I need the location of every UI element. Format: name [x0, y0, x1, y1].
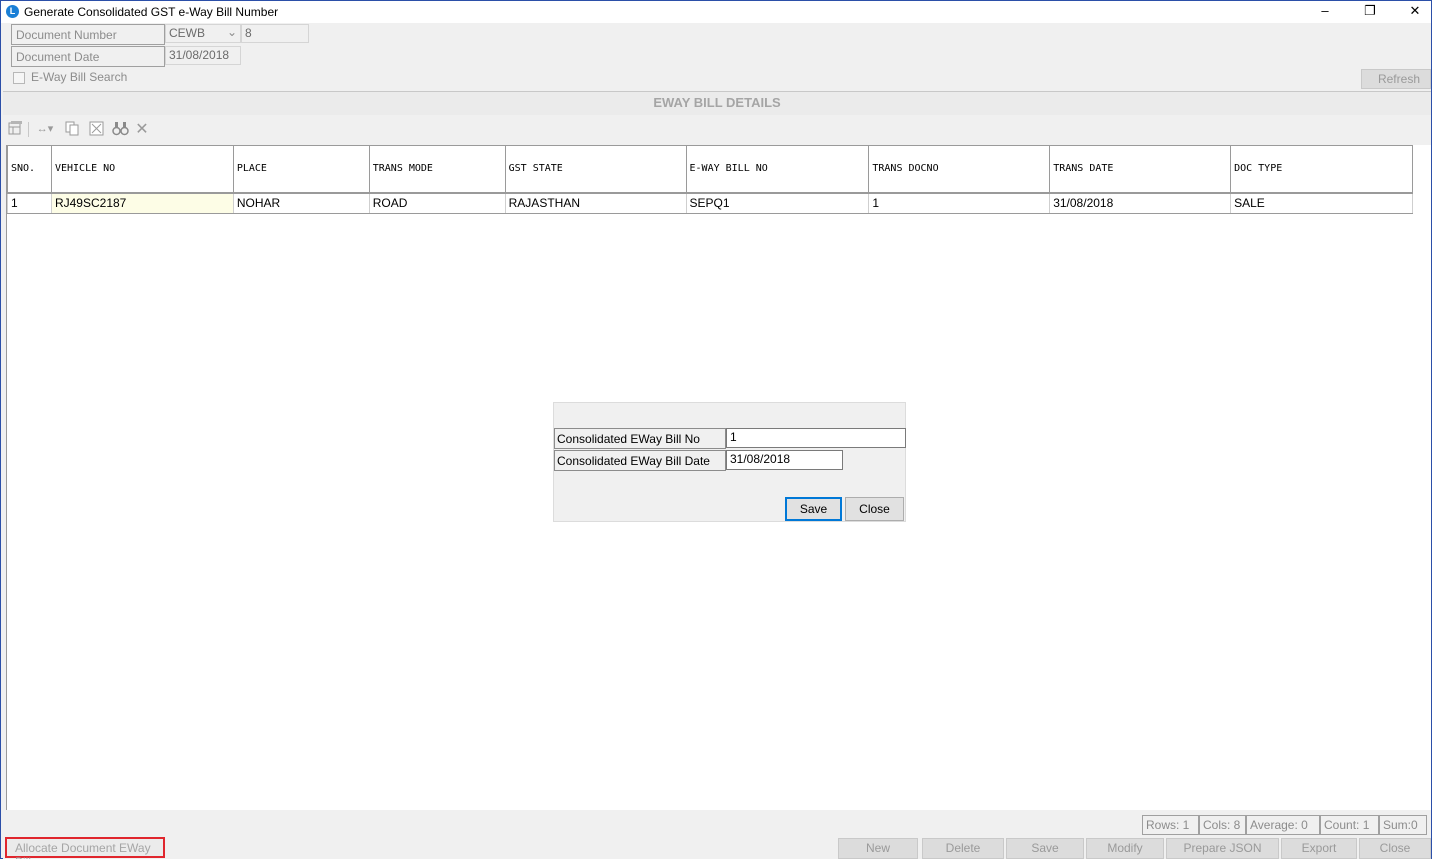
close-window-button[interactable]: ✕	[1395, 1, 1432, 23]
table-row[interactable]: 1 RJ49SC2187 NOHAR ROAD RAJASTHAN SEPQ1 …	[7, 192, 1413, 214]
cell-sno[interactable]: 1	[7, 192, 52, 214]
find-icon[interactable]	[111, 121, 129, 138]
chevron-down-icon: ⌄	[226, 25, 237, 39]
delete-button[interactable]: Delete	[922, 838, 1004, 859]
consolidated-bill-no-field[interactable]: 1	[726, 428, 906, 448]
bottom-action-bar: Allocate Document EWay Bill New Delete S…	[3, 835, 1431, 859]
toolbar-separator	[28, 122, 29, 137]
column-header-trans-date[interactable]: TRANS DATE	[1049, 145, 1232, 194]
status-cols: Cols: 8	[1199, 815, 1246, 835]
restore-button[interactable]: ❐	[1350, 1, 1390, 23]
table-header-row: SNO. VEHICLE NO PLACE TRANS MODE GST STA…	[7, 145, 1413, 194]
eway-bill-table: SNO. VEHICLE NO PLACE TRANS MODE GST STA…	[7, 145, 1413, 214]
grid-toolbar: ↔▾ ✕	[3, 117, 1431, 143]
cell-doc-type[interactable]: SALE	[1230, 192, 1413, 214]
grid-status-bar: Rows: 1 Cols: 8 Average: 0 Count: 1 Sum:…	[3, 813, 1431, 835]
minimize-button[interactable]: –	[1305, 1, 1345, 23]
column-header-trans-docno[interactable]: TRANS DOCNO	[868, 145, 1051, 194]
status-rows: Rows: 1	[1142, 815, 1199, 835]
document-header: Document Number CEWB ⌄ 8 Document Date 3…	[3, 23, 1431, 91]
cell-vehicle-no[interactable]: RJ49SC2187	[50, 192, 234, 214]
document-series-value: CEWB	[169, 26, 205, 40]
allocate-document-eway-bill-button[interactable]: Allocate Document EWay Bill	[5, 837, 165, 859]
clear-icon[interactable]: ✕	[134, 121, 150, 138]
eway-bill-search-checkbox[interactable]	[13, 72, 25, 84]
eway-bill-search-label: E-Way Bill Search	[31, 70, 128, 84]
status-count: Count: 1	[1320, 815, 1379, 835]
cell-eway-bill-no[interactable]: SEPQ1	[685, 192, 870, 214]
column-resize-icon[interactable]: ↔▾	[33, 121, 57, 138]
consolidated-eway-dialog: Consolidated EWay Bill No 1 Consolidated…	[553, 402, 906, 522]
app-logo-icon: L	[6, 5, 19, 18]
main-window: L Generate Consolidated GST e-Way Bill N…	[0, 0, 1432, 859]
cell-trans-mode[interactable]: ROAD	[368, 192, 506, 214]
new-button[interactable]: New	[838, 838, 918, 859]
window-title: Generate Consolidated GST e-Way Bill Num…	[24, 5, 279, 19]
title-bar[interactable]: L Generate Consolidated GST e-Way Bill N…	[1, 1, 1431, 23]
dialog-close-button[interactable]: Close	[845, 497, 904, 521]
status-sum: Sum:0	[1379, 815, 1427, 835]
document-date-field[interactable]: 31/08/2018	[165, 46, 241, 65]
column-header-place[interactable]: PLACE	[232, 145, 370, 194]
document-date-label: Document Date	[11, 46, 165, 67]
column-header-gst-state[interactable]: GST STATE	[504, 145, 687, 194]
column-header-doc-type[interactable]: DOC TYPE	[1230, 145, 1413, 194]
save-button[interactable]: Save	[1006, 838, 1084, 859]
cell-trans-docno[interactable]: 1	[868, 192, 1051, 214]
consolidated-bill-date-label: Consolidated EWay Bill Date	[554, 450, 726, 471]
export-button[interactable]: Export	[1281, 838, 1357, 859]
cell-trans-date[interactable]: 31/08/2018	[1049, 192, 1232, 214]
grid-settings-icon[interactable]	[7, 121, 23, 138]
consolidated-bill-no-label: Consolidated EWay Bill No	[554, 428, 726, 449]
consolidated-bill-date-field[interactable]: 31/08/2018	[726, 450, 843, 470]
refresh-button[interactable]: Refresh	[1361, 69, 1431, 89]
column-header-trans-mode[interactable]: TRANS MODE	[368, 145, 506, 194]
column-header-sno[interactable]: SNO.	[7, 145, 52, 194]
document-number-field[interactable]: 8	[241, 24, 309, 43]
document-number-label: Document Number	[11, 24, 165, 45]
dialog-save-button[interactable]: Save	[785, 497, 842, 521]
close-button[interactable]: Close	[1359, 838, 1431, 859]
status-average: Average: 0	[1246, 815, 1320, 835]
export-excel-icon[interactable]	[88, 121, 104, 138]
prepare-json-button[interactable]: Prepare JSON	[1166, 838, 1279, 859]
copy-icon[interactable]	[64, 121, 80, 138]
column-header-eway-bill-no[interactable]: E-WAY BILL NO	[685, 145, 870, 194]
modify-button[interactable]: Modify	[1086, 838, 1164, 859]
document-series-select[interactable]: CEWB ⌄	[165, 24, 241, 43]
section-title: EWAY BILL DETAILS	[3, 91, 1431, 115]
column-header-vehicle-no[interactable]: VEHICLE NO	[50, 145, 234, 194]
cell-place[interactable]: NOHAR	[232, 192, 370, 214]
cell-gst-state[interactable]: RAJASTHAN	[504, 192, 687, 214]
